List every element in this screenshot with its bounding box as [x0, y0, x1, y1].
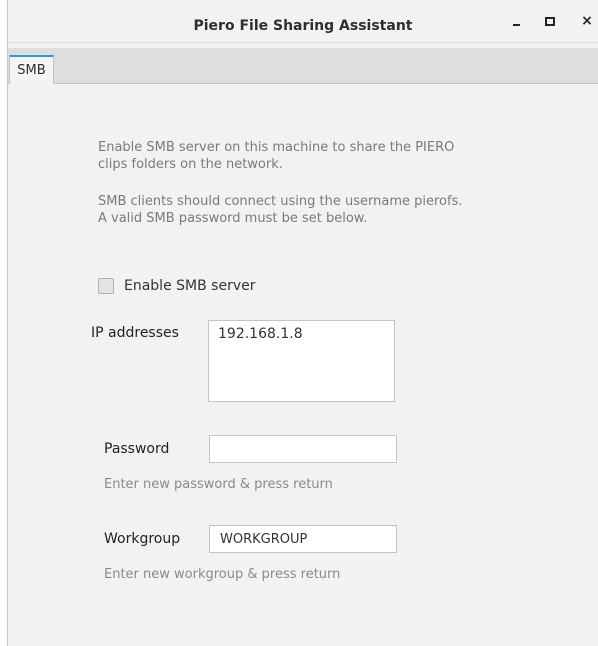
- close-button[interactable]: ×: [576, 10, 598, 32]
- enable-smb-row[interactable]: Enable SMB server: [98, 278, 255, 294]
- maximize-icon: [545, 16, 555, 26]
- description-line: A valid SMB password must be set below.: [98, 211, 368, 226]
- close-icon: ×: [581, 13, 593, 29]
- password-label: Password: [104, 441, 170, 457]
- smb-panel: Enable SMB server on this machine to sha…: [8, 84, 598, 646]
- maximize-button[interactable]: [539, 10, 561, 32]
- smb-description: Enable SMB server on this machine to sha…: [98, 139, 454, 173]
- description-line: clips folders on the network.: [98, 157, 283, 172]
- password-hint: Enter new password & press return: [104, 477, 333, 492]
- description-line: Enable SMB server on this machine to sha…: [98, 140, 455, 155]
- minimize-icon: [512, 24, 520, 26]
- title-bar[interactable]: Piero File Sharing Assistant ×: [8, 0, 598, 43]
- ip-addresses-label: IP addresses: [91, 325, 179, 341]
- enable-smb-label[interactable]: Enable SMB server: [124, 278, 255, 294]
- workgroup-hint: Enter new workgroup & press return: [104, 567, 341, 582]
- tab-bar: SMB: [8, 48, 598, 84]
- minimize-button[interactable]: [505, 10, 527, 32]
- password-field[interactable]: [209, 435, 397, 463]
- description-line: SMB clients should connect using the use…: [98, 194, 463, 209]
- workgroup-label: Workgroup: [104, 531, 181, 547]
- smb-client-note: SMB clients should connect using the use…: [98, 193, 462, 227]
- enable-smb-checkbox[interactable]: [98, 278, 114, 294]
- app-window: Piero File Sharing Assistant × SMB Enabl…: [7, 0, 598, 646]
- ip-addresses-list[interactable]: 192.168.1.8: [208, 320, 395, 402]
- tab-smb[interactable]: SMB: [9, 55, 54, 84]
- workgroup-field[interactable]: [209, 525, 397, 553]
